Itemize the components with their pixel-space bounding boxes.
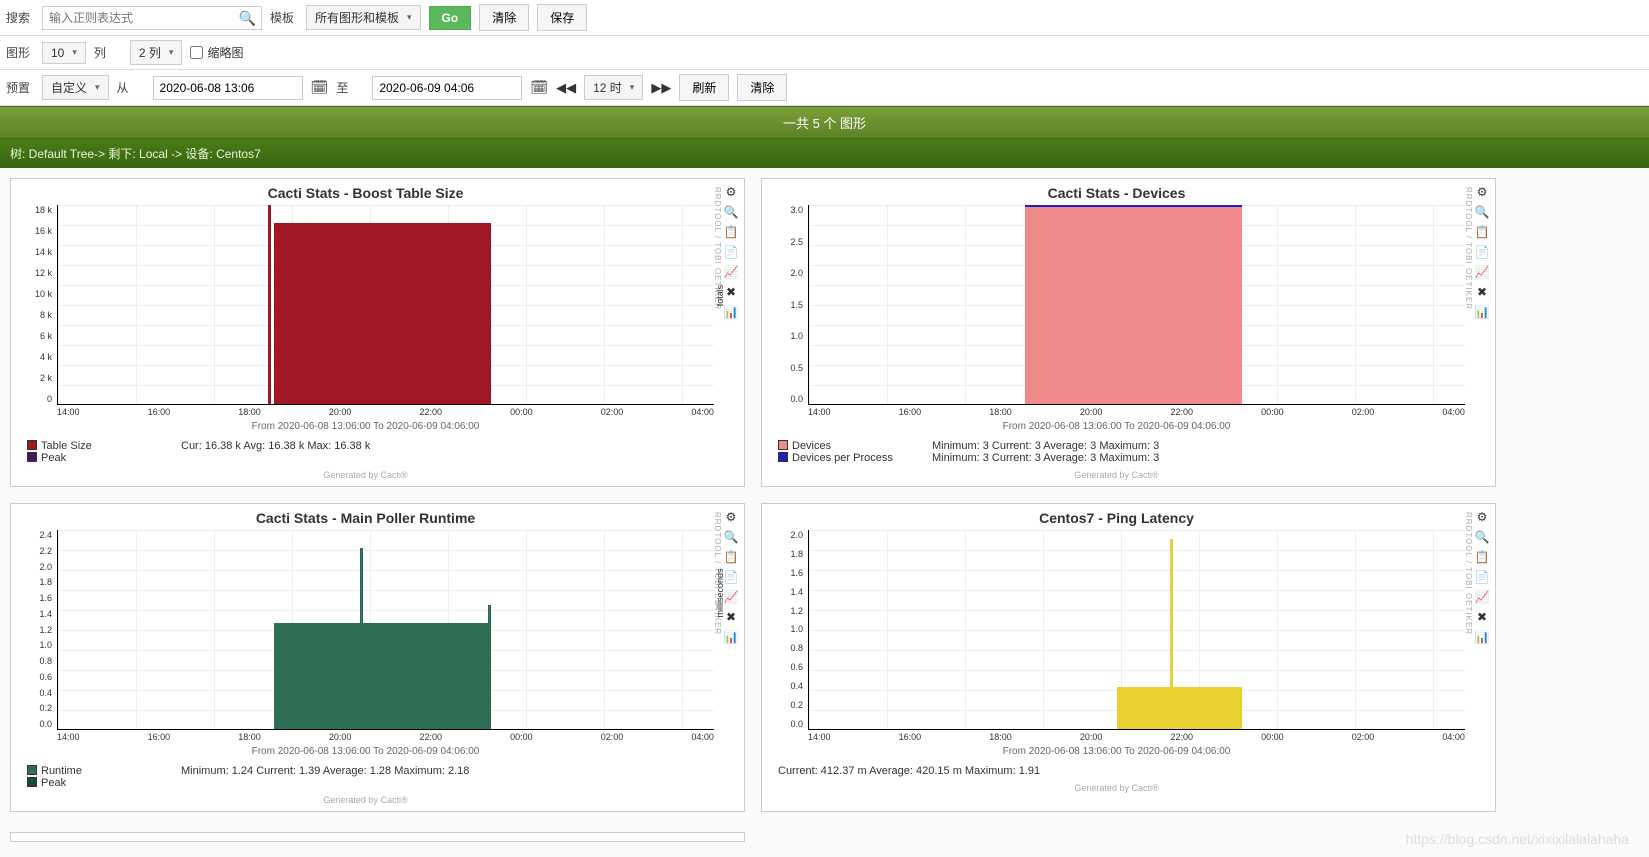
time-next-icon[interactable]: ▶▶: [651, 80, 671, 96]
generated-label: Generated by Cacti®: [768, 470, 1465, 480]
x-ticks: 14:0016:0018:0020:0022:0000:0002:0004:00: [57, 730, 714, 744]
refresh-button[interactable]: 刷新: [679, 74, 729, 101]
graph-caption: From 2020-06-08 13:06:00 To 2020-06-09 0…: [768, 746, 1465, 757]
graph-title: Cacti Stats - Main Poller Runtime: [17, 510, 714, 526]
search-icon[interactable]: 🔍: [239, 10, 256, 27]
graph-actions: ⚙ 🔍 📋 📄 📈 ✖ 📊: [1473, 508, 1491, 646]
from-input[interactable]: [153, 76, 303, 100]
y-axis-label: totals: [715, 285, 725, 307]
toolbar-time: 预置 自定义 从 🗓 至 🗓 ◀◀ 12 时 ▶▶ 刷新 清除: [0, 70, 1649, 106]
graph-action-icon[interactable]: 📊: [1473, 628, 1491, 646]
graph-action-icon[interactable]: 📈: [722, 263, 740, 281]
graph-action-icon[interactable]: 📄: [1473, 568, 1491, 586]
time-prev-icon[interactable]: ◀◀: [556, 80, 576, 96]
x-ticks: 14:0016:0018:0020:0022:0000:0002:0004:00: [808, 730, 1465, 744]
generated-label: Generated by Cacti®: [768, 783, 1465, 793]
graph-action-icon[interactable]: 📋: [1473, 223, 1491, 241]
search-input[interactable]: [42, 6, 262, 30]
graph-action-icon[interactable]: ⚙: [722, 183, 740, 201]
clear2-button[interactable]: 清除: [737, 74, 787, 101]
y-ticks: 2.42.22.01.81.61.41.21.00.80.60.40.20.0: [22, 530, 52, 729]
graph-action-icon[interactable]: 📊: [1473, 303, 1491, 321]
graph-caption: From 2020-06-08 13:06:00 To 2020-06-09 0…: [768, 421, 1465, 432]
y-axis-label: milliseconds: [715, 568, 725, 617]
graph-action-icon[interactable]: 🔍: [1473, 528, 1491, 546]
total-bar: 一共 5 个 图形: [0, 106, 1649, 139]
search-label: 搜索: [6, 9, 34, 26]
chart-area[interactable]: 2.42.22.01.81.61.41.21.00.80.60.40.20.0: [57, 530, 714, 730]
chart-area[interactable]: 2.01.81.61.41.21.00.80.60.40.20.0: [808, 530, 1465, 730]
preset-label: 预置: [6, 79, 34, 96]
template-select[interactable]: 所有图形和模板: [306, 5, 421, 30]
graph-card: ⚙🔍📋📄📈✖📊 RRDTOOL / TOBI OETIKER Cacti Sta…: [10, 503, 745, 812]
time-range-select[interactable]: 12 时: [584, 75, 643, 100]
graph-card: ⚙ 🔍 📋 📄 📈 ✖ 📊 RRDTOOL / TOBI OETIKER Cacti Sta…: [761, 178, 1496, 487]
graph-caption: From 2020-06-08 13:06:00 To 2020-06-09 0…: [17, 746, 714, 757]
y-ticks: 3.02.52.01.51.00.50.0: [773, 205, 803, 404]
go-button[interactable]: Go: [429, 6, 472, 30]
graph-actions: ⚙ 🔍 📋 📄 📈 ✖ 📊: [1473, 183, 1491, 321]
graph-action-icon[interactable]: 📈: [1473, 263, 1491, 281]
graph-action-icon[interactable]: 📄: [722, 243, 740, 261]
graph-action-icon[interactable]: ✖: [1473, 608, 1491, 626]
graph-legend: RuntimeMinimum: 1.24 Current: 1.39 Avera…: [17, 763, 714, 791]
x-ticks: 14:0016:0018:0020:0022:0000:0002:0004:00: [57, 405, 714, 419]
graph-action-icon[interactable]: 📄: [1473, 243, 1491, 261]
cols-select[interactable]: 2 列: [130, 40, 183, 65]
chart-area[interactable]: 18 k16 k14 k12 k10 k8 k6 k4 k2 k0: [57, 205, 714, 405]
graphs-count-select[interactable]: 10: [42, 42, 86, 64]
thumbnail-input[interactable]: [190, 46, 203, 59]
rrdtool-label: RRDTOOL / TOBI OETIKER: [1464, 512, 1473, 635]
graph-caption: From 2020-06-08 13:06:00 To 2020-06-09 0…: [17, 421, 714, 432]
graph-grid: ⚙ 🔍 📋 📄 📈 ✖ 📊 RRDTOOL / TOBI OETIKER Cacti Sta…: [0, 168, 1649, 822]
graph-action-icon[interactable]: 📈: [1473, 588, 1491, 606]
template-label: 模板: [270, 9, 298, 26]
graph-title: Cacti Stats - Devices: [768, 185, 1465, 201]
graph-action-icon[interactable]: 📋: [1473, 548, 1491, 566]
toolbar-search: 搜索 🔍 模板 所有图形和模板 Go 清除 保存: [0, 0, 1649, 36]
from-label: 从: [117, 79, 145, 96]
graph-action-icon[interactable]: ⚙: [722, 508, 740, 526]
graph-action-icon[interactable]: 📋: [722, 548, 740, 566]
cols-label: 列: [94, 44, 122, 61]
thumbnail-label: 缩略图: [207, 44, 243, 61]
graph-legend: Table SizeCur: 16.38 k Avg: 16.38 k Max:…: [17, 438, 714, 466]
graph-action-icon[interactable]: ✖: [1473, 283, 1491, 301]
generated-label: Generated by Cacti®: [17, 470, 714, 480]
graph-action-icon[interactable]: ⚙: [1473, 183, 1491, 201]
chart-area[interactable]: 3.02.52.01.51.00.50.0: [808, 205, 1465, 405]
y-ticks: 18 k16 k14 k12 k10 k8 k6 k4 k2 k0: [22, 205, 52, 404]
graph-action-icon[interactable]: 🔍: [1473, 203, 1491, 221]
save-button[interactable]: 保存: [537, 4, 587, 31]
clear-button[interactable]: 清除: [479, 4, 529, 31]
graph-action-icon[interactable]: 🔍: [722, 528, 740, 546]
watermark: https://blog.csdn.net/xixixilalalahaha: [1406, 831, 1629, 847]
graph-title: Centos7 - Ping Latency: [768, 510, 1465, 526]
preset-select[interactable]: 自定义: [42, 75, 109, 100]
graph-card: ⚙🔍📋📄📈✖📊 RRDTOOL / TOBI OETIKER Cacti Sta…: [10, 178, 745, 487]
from-calendar-icon[interactable]: 🗓: [311, 79, 329, 96]
generated-label: Generated by Cacti®: [17, 795, 714, 805]
x-ticks: 14:0016:0018:0020:0022:0000:0002:0004:00: [808, 405, 1465, 419]
graph-title: Cacti Stats - Boost Table Size: [17, 185, 714, 201]
graph-action-icon[interactable]: 🔍: [722, 203, 740, 221]
graph-legend: DevicesMinimum: 3 Current: 3 Average: 3 …: [768, 438, 1465, 466]
graphs-label: 图形: [6, 44, 34, 61]
toolbar-graphs: 图形 10 列 2 列 缩略图: [0, 36, 1649, 70]
to-input[interactable]: [372, 76, 522, 100]
search-wrap: 🔍: [42, 6, 262, 30]
graph-action-icon[interactable]: ⚙: [1473, 508, 1491, 526]
thumbnail-checkbox[interactable]: 缩略图: [190, 44, 243, 61]
to-calendar-icon[interactable]: 🗓: [530, 79, 548, 96]
breadcrumb: 树: Default Tree-> 剩下: Local -> 设备: Cento…: [0, 139, 1649, 168]
y-ticks: 2.01.81.61.41.21.00.80.60.40.20.0: [773, 530, 803, 729]
to-label: 至: [336, 79, 364, 96]
card-empty: [10, 832, 745, 842]
graph-action-icon[interactable]: 📊: [722, 628, 740, 646]
graph-action-icon[interactable]: 📋: [722, 223, 740, 241]
rrdtool-label: RRDTOOL / TOBI OETIKER: [1464, 187, 1473, 310]
graph-legend: Current: 412.37 m Average: 420.15 m Maxi…: [768, 763, 1465, 779]
graph-card: ⚙ 🔍 📋 📄 📈 ✖ 📊 RRDTOOL / TOBI OETIKER Centos7 -…: [761, 503, 1496, 812]
